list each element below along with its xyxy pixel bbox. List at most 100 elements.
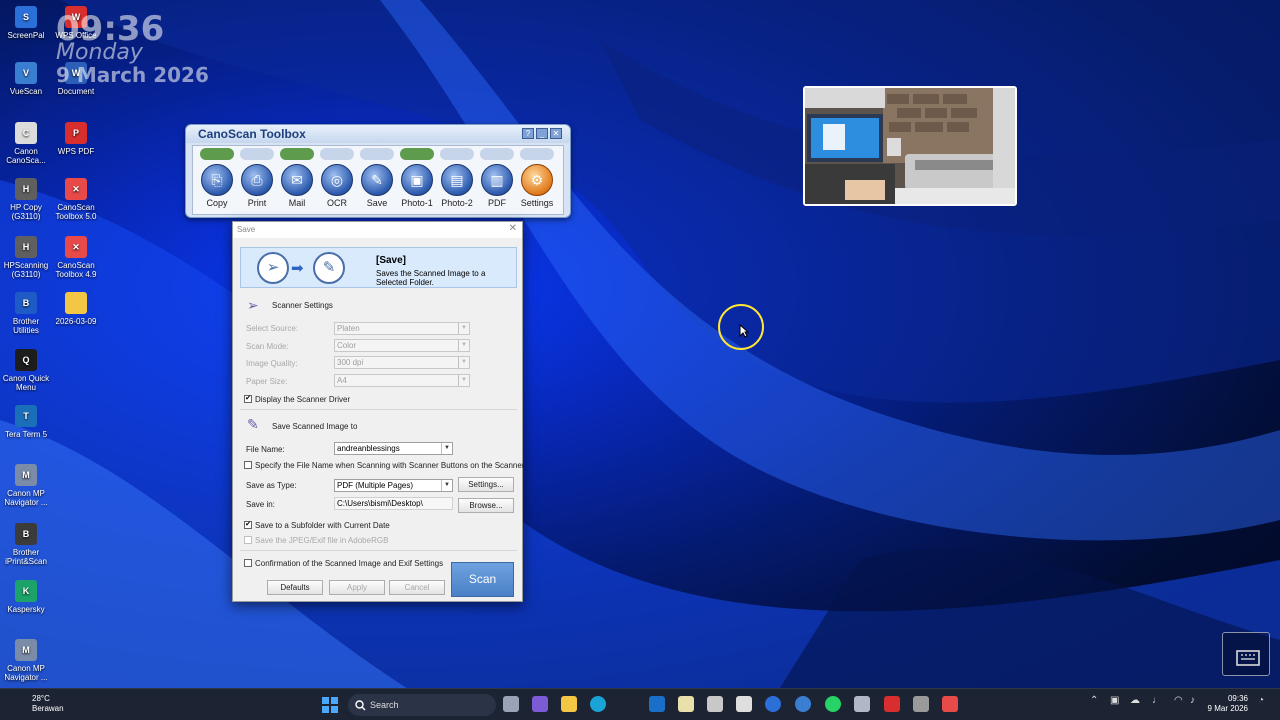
photo-2-icon: ▤ (441, 164, 473, 196)
toolbox-app-icon[interactable] (736, 696, 752, 712)
settings-button[interactable]: Settings... (458, 477, 514, 492)
minimize-button[interactable]: _ (536, 128, 548, 139)
app-icon[interactable] (854, 696, 870, 712)
app-icon: M (15, 464, 37, 486)
dialog-header: ➢ ➡ ✎ [Save] Saves the Scanned Image to … (240, 247, 517, 288)
desktop-icon[interactable]: M Canon MP Navigator ... (0, 639, 52, 682)
taskbar-search[interactable]: Search (348, 694, 496, 716)
toolbox-button-photo-2[interactable]: ▤ Photo-2 (437, 148, 477, 208)
app-icon: K (15, 580, 37, 602)
desktop-icon-label: Canon Quick Menu (2, 374, 50, 392)
whatsapp-icon[interactable] (825, 696, 841, 712)
desktop-icon[interactable]: B Brother Utilities (0, 292, 52, 335)
screenpal-taskbar-icon[interactable] (765, 696, 781, 712)
toolbox-button-copy[interactable]: ⎘ Copy (197, 148, 237, 208)
desktop-icon[interactable]: P WPS PDF (50, 122, 102, 156)
cloud-icon[interactable]: ☁ (1130, 695, 1140, 706)
tray-app-icon[interactable]: ▣ (1110, 695, 1119, 706)
subfolder-label: Save to a Subfolder with Current Date (255, 521, 390, 530)
desktop-icon[interactable]: Q Canon Quick Menu (0, 349, 52, 392)
toolbox-button-settings[interactable]: ⚙ Settings (517, 148, 557, 208)
save-in-field[interactable]: C:\Users\bismi\Desktop\ (334, 497, 453, 510)
desktop-icon-label: Kaspersky (7, 605, 45, 614)
toolbox-button-label: Print (247, 198, 267, 208)
toolbox-button-pdf[interactable]: ▥ PDF (477, 148, 517, 208)
display-driver-checkbox[interactable]: ✔ (244, 395, 252, 403)
toolbox-button-save[interactable]: ✎ Save (357, 148, 397, 208)
desktop-icon[interactable]: B Brother iPrint&Scan (0, 523, 52, 566)
copilot-icon[interactable] (532, 696, 548, 712)
file-explorer-icon[interactable] (561, 696, 577, 712)
desktop-icon[interactable]: M Canon MP Navigator ... (0, 464, 52, 507)
toolbox-title: CanoScan Toolbox (186, 125, 570, 143)
toolbox-button-print[interactable]: ⎙ Print (237, 148, 277, 208)
clock-widget: 09:36 Monday 9 March 2026 (56, 12, 209, 86)
subfolder-checkbox[interactable]: ✔ (244, 521, 252, 529)
chevron-down-icon: ▼ (458, 357, 469, 368)
notification-bell-icon[interactable]: ◔ (1258, 695, 1264, 706)
desktop-icon[interactable]: K Kaspersky (0, 580, 52, 614)
help-button[interactable]: ? (522, 128, 534, 139)
toolbox-button-mail[interactable]: ✉ Mail (277, 148, 317, 208)
confirm-checkbox[interactable] (244, 559, 252, 567)
toolbox-button-ocr[interactable]: ◎ OCR (317, 148, 357, 208)
desktop-icon[interactable]: 2026-03-09 (50, 292, 102, 326)
close-button[interactable]: ✕ (550, 128, 562, 139)
arrow-right-icon: ➡ (291, 260, 304, 277)
desktop-icon[interactable]: S ScreenPal (0, 6, 52, 40)
weather-widget[interactable]: 28°C Berawan (10, 694, 64, 714)
task-view-icon[interactable] (503, 696, 519, 712)
desktop-icon-label: WPS PDF (57, 147, 95, 156)
start-button[interactable] (322, 697, 338, 713)
scanner-button-indicator (320, 148, 354, 160)
dialog-close-button[interactable]: ✕ (509, 223, 517, 234)
scanner-icon: ➢ (257, 252, 289, 284)
desktop-icon[interactable]: ✕ CanoScan Toolbox 5.0 (50, 178, 102, 221)
chevron-up-icon[interactable]: ⌃ (1090, 695, 1098, 706)
desktop-icon[interactable]: V VueScan (0, 62, 52, 96)
edge-icon[interactable] (590, 696, 606, 712)
scanner-button-indicator (280, 148, 314, 160)
app-icon: M (15, 639, 37, 661)
save-dialog: Save ✕ ➢ ➡ ✎ [Save] Saves the Scanned Im… (232, 221, 525, 602)
taskbar: 28°C Berawan Search ⌃ ▣ ☁ ♩ ◠ ♪ 09:36 9 … (0, 688, 1280, 720)
wifi-icon[interactable]: ◠ (1174, 695, 1183, 706)
paper-size-label: Paper Size: (246, 377, 288, 386)
desktop-icon[interactable]: ✕ CanoScan Toolbox 4.9 (50, 236, 102, 279)
temperature: 28°C (32, 694, 50, 703)
touch-keyboard-icon[interactable] (1222, 632, 1270, 676)
desktop-icon[interactable]: H HP Copy (G3110) (0, 178, 52, 221)
vuescan-taskbar-icon[interactable] (795, 696, 811, 712)
save-type-label: Save as Type: (246, 481, 297, 490)
canoscan-taskbar-icon[interactable] (942, 696, 958, 712)
specify-file-name-checkbox[interactable] (244, 461, 252, 469)
browse-button[interactable]: Browse... (458, 498, 514, 513)
outlook-icon[interactable] (649, 696, 665, 712)
desktop-icon-label: ScreenPal (7, 31, 45, 40)
scan-button[interactable]: Scan (451, 562, 514, 597)
app-icon: ✕ (65, 236, 87, 258)
notepad-icon[interactable] (678, 696, 694, 712)
taskbar-date: 9 Mar 2026 (1207, 704, 1248, 713)
desktop-icon[interactable]: T Tera Term 5 (0, 405, 52, 439)
defaults-button[interactable]: Defaults (267, 580, 323, 595)
cancel-button: Cancel (389, 580, 445, 595)
save-to-label: Save Scanned Image to (272, 422, 358, 431)
file-name-combo[interactable]: andreanblessings ▼ (334, 442, 453, 455)
toolbox-button-photo-1[interactable]: ▣ Photo-1 (397, 148, 437, 208)
clock-day: Monday (56, 40, 143, 65)
app-icon[interactable] (913, 696, 929, 712)
desktop-icon-label: VueScan (9, 87, 43, 96)
desktop-icon[interactable]: C Canon CanoSca... (0, 122, 52, 165)
wps-taskbar-icon[interactable] (884, 696, 900, 712)
app-icon: ✕ (65, 178, 87, 200)
taskbar-clock[interactable]: 09:36 9 Mar 2026 (1208, 694, 1248, 714)
scanner-app-icon[interactable] (707, 696, 723, 712)
scanner-button-indicator (520, 148, 554, 160)
toolbox-button-label: Settings (520, 198, 554, 208)
image-quality-label: Image Quality: (246, 359, 298, 368)
save-type-dropdown[interactable]: PDF (Multiple Pages) ▼ (334, 479, 453, 492)
microphone-icon[interactable]: ♩ (1152, 695, 1162, 706)
desktop-icon[interactable]: H HPScanning (G3110) (0, 236, 52, 279)
volume-icon[interactable]: ♪ (1190, 695, 1195, 706)
